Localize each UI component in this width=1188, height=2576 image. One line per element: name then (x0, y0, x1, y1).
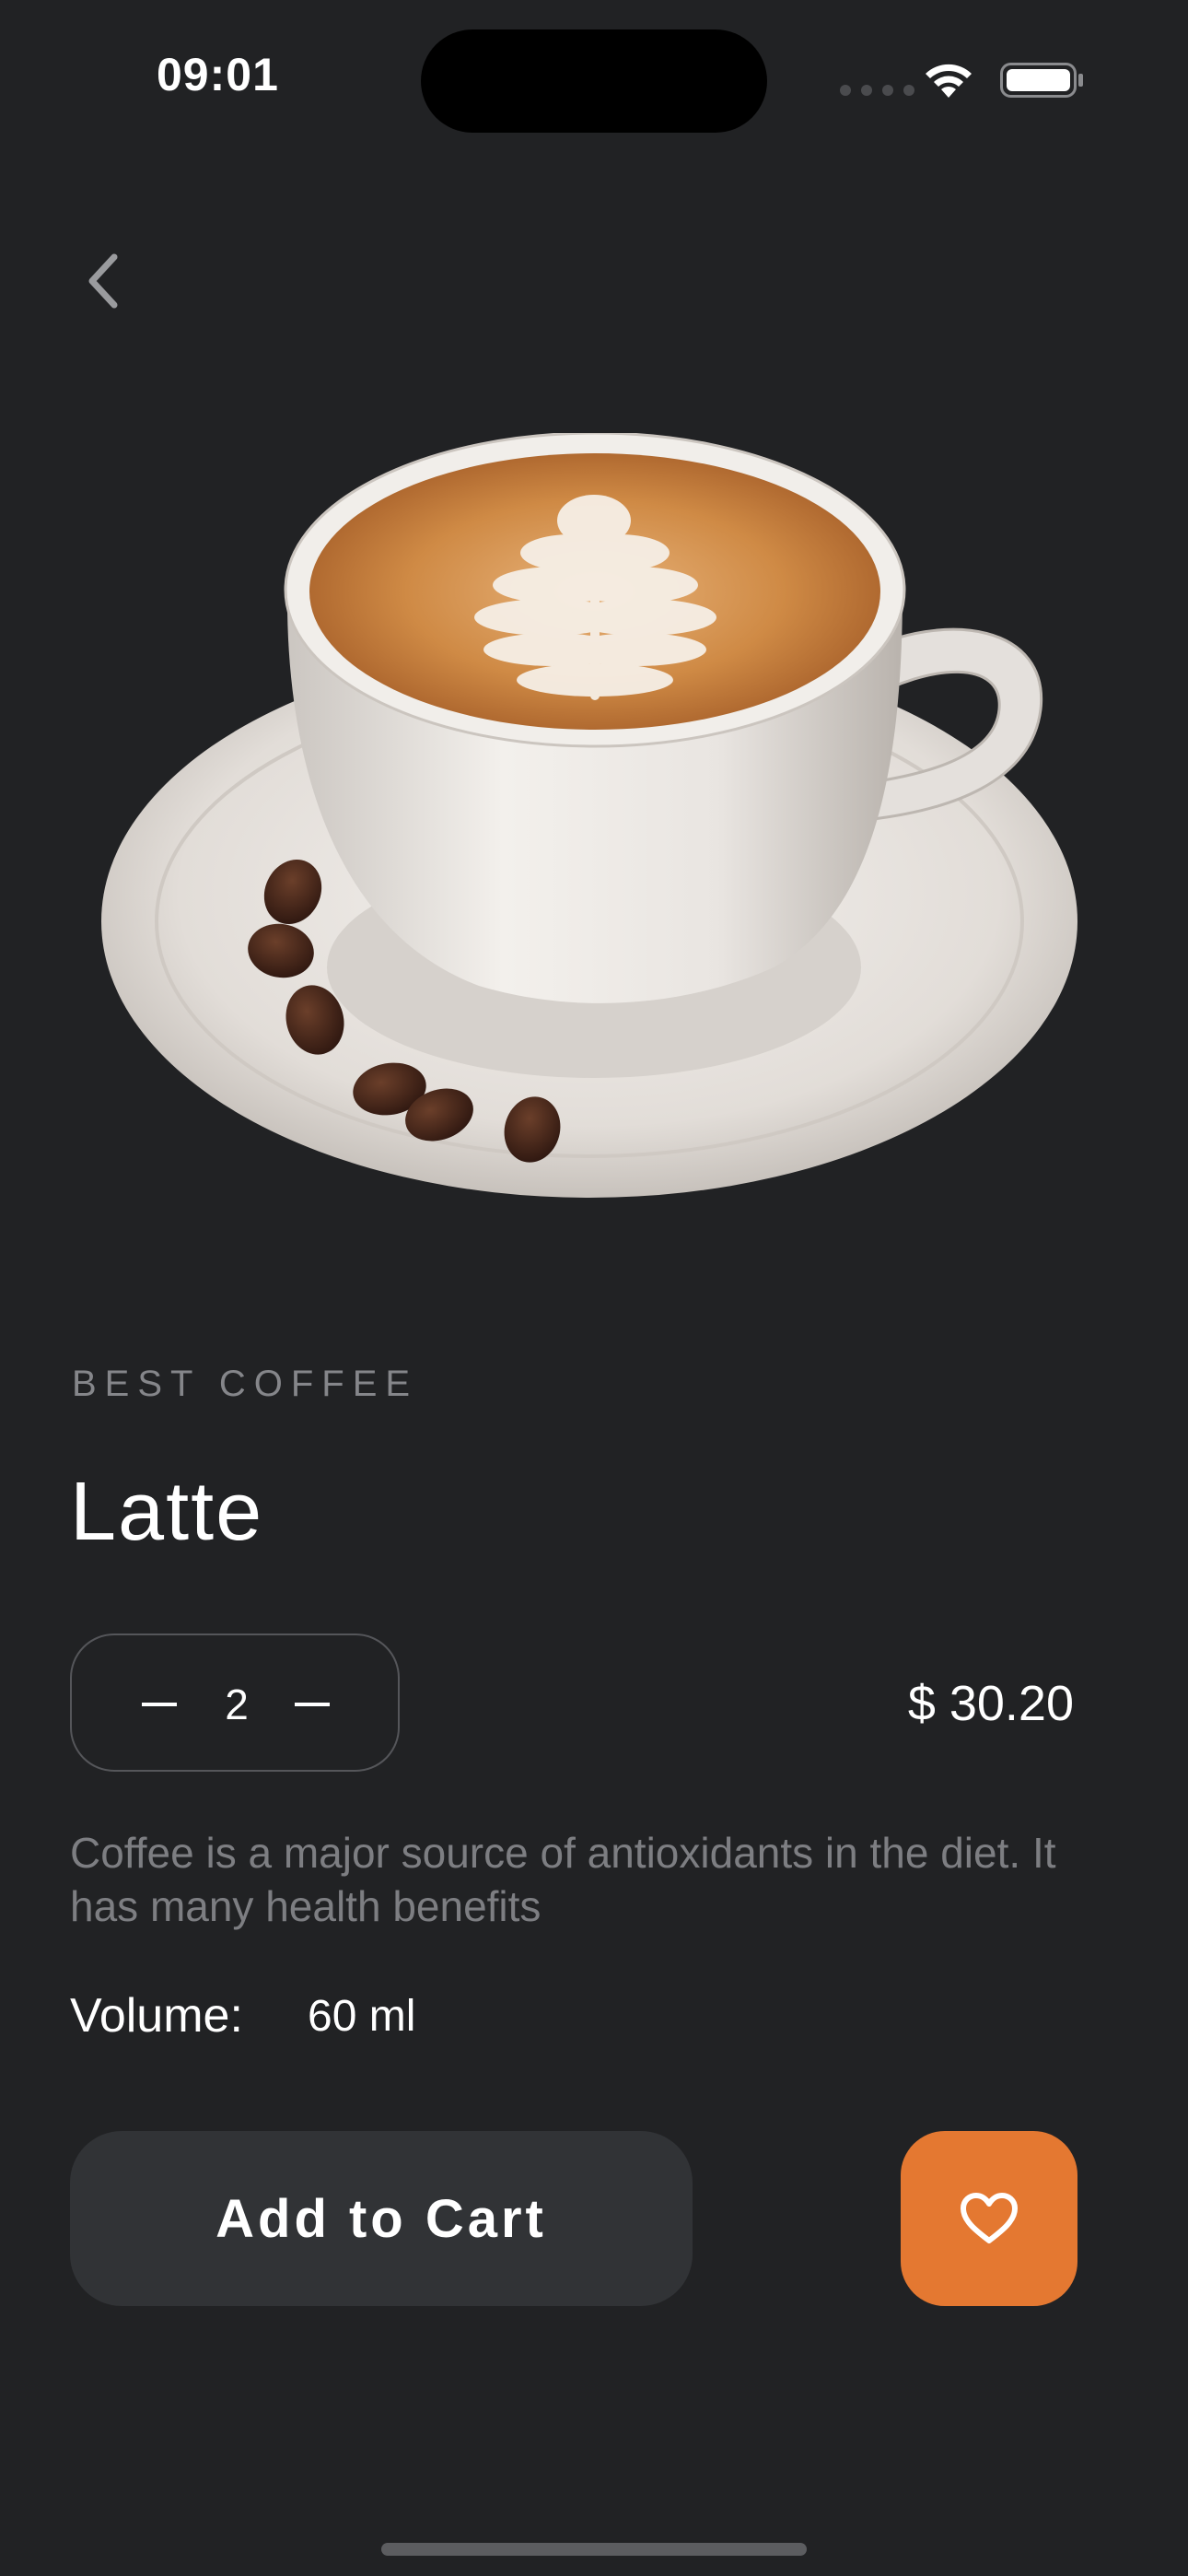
heart-icon (961, 2193, 1018, 2243)
volume-value: 60 ml (308, 1992, 416, 2041)
increase-quantity-button[interactable] (289, 1683, 335, 1726)
status-icons (840, 57, 1085, 101)
product-title: Latte (70, 1466, 264, 1558)
status-time: 09:01 (157, 49, 279, 100)
cellular-signal-icon (840, 85, 914, 96)
wifi-icon (926, 64, 972, 98)
latte-cup-image (101, 433, 1077, 1198)
product-description: Coffee is a major source of antioxidants… (70, 1829, 1056, 1930)
minus-icon (295, 1703, 330, 1706)
product-price: $ 30.20 (907, 1676, 1074, 1731)
volume-label: Volume: (70, 1989, 243, 2043)
home-indicator[interactable] (381, 2543, 807, 2556)
battery-icon (1000, 63, 1083, 98)
product-category: BEST COFFEE (72, 1364, 419, 1404)
quantity-value: 2 (225, 1680, 249, 1728)
quantity-stepper: 2 (70, 1633, 400, 1772)
add-to-cart-button[interactable]: Add to Cart (70, 2131, 693, 2306)
favorite-button[interactable] (901, 2131, 1077, 2306)
back-button[interactable] (70, 241, 136, 321)
minus-icon (142, 1703, 177, 1706)
dynamic-island (421, 29, 767, 133)
chevron-left-icon (88, 253, 118, 309)
decrease-quantity-button[interactable] (136, 1683, 182, 1726)
